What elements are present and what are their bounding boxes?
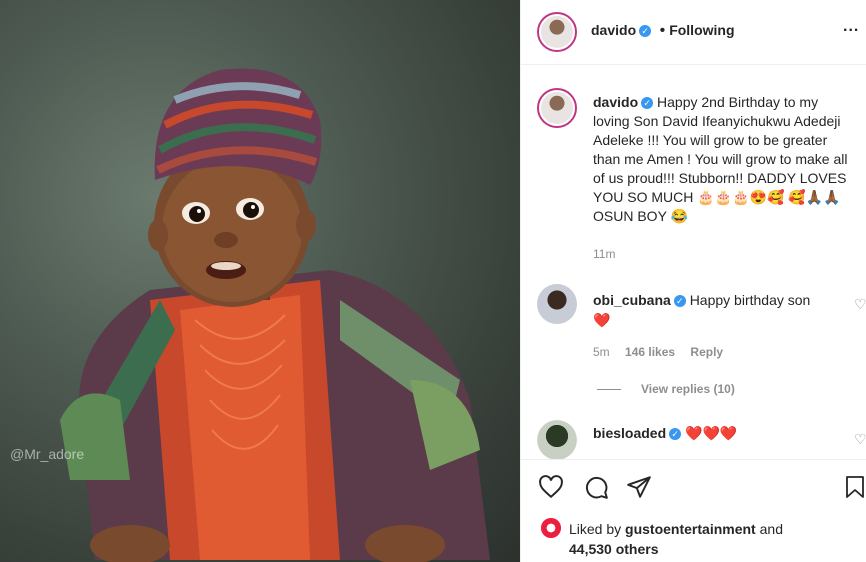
header-username[interactable]: davido [591,22,636,38]
child-illustration [60,68,490,562]
view-replies-button[interactable]: View replies (10) [641,382,735,396]
comment-icon[interactable] [582,474,610,500]
share-icon[interactable] [625,474,653,500]
header-user: davido ✓ • Following [591,22,735,40]
verified-badge-icon: ✓ [641,97,654,109]
comment-username[interactable]: obi_cubana [593,292,671,308]
caption-time[interactable]: 11m [593,247,615,261]
comment-body: biesloaded ✓ ❤️❤️❤️ [593,425,737,442]
post-photo[interactable]: @Mr_adore [0,0,520,562]
header-separator: • [659,22,666,39]
comment-body: obi_cubana ✓ Happy birthday son ❤️ [593,290,843,330]
comment-avatar[interactable] [537,284,577,324]
caption: davido ✓ Happy 2nd Birthday to my loving … [593,93,858,226]
liked-by-others[interactable]: 44,530 others [569,541,659,557]
header-avatar[interactable] [537,12,577,52]
following-button[interactable]: Following [669,22,734,38]
post-sidebar: davido ✓ • Following ... davido ✓ Happy 2nd… [520,0,866,562]
comment-meta: 5m 146 likes Reply [593,345,723,359]
verified-badge-icon: ✓ [639,25,652,37]
heart-icon[interactable] [537,474,565,500]
comment-username[interactable]: biesloaded [593,425,666,441]
liker-avatar[interactable] [541,518,561,538]
liked-by-prefix: Liked by [569,521,622,537]
view-replies-line [597,389,621,390]
liked-by-and: and [759,521,783,537]
comment-avatar[interactable] [537,420,577,460]
reply-button[interactable]: Reply [690,345,723,359]
comment-time[interactable]: 5m [593,345,610,359]
photo-watermark: @Mr_adore [10,446,85,462]
verified-badge-icon: ✓ [669,428,682,440]
bookmark-icon[interactable] [843,474,866,500]
comment-like-icon[interactable]: ♡ [854,431,866,448]
verified-badge-icon: ✓ [673,295,686,307]
liked-by-user[interactable]: gustoentertainment [625,521,756,537]
comment-like-icon[interactable]: ♡ [854,296,866,313]
liked-by: Liked by gustoentertainment and 44,530 o… [569,519,783,559]
comment-text: ❤️❤️❤️ [685,425,738,441]
caption-username[interactable]: davido [593,94,638,110]
more-options-icon[interactable]: ... [843,18,859,36]
header-divider [521,64,866,65]
comment-likes[interactable]: 146 likes [625,345,675,359]
caption-avatar[interactable] [537,88,577,128]
caption-text: Happy 2nd Birthday to my loving Son Davi… [593,94,848,224]
comment-text: Happy birthday son [689,292,811,308]
actions-divider [521,459,866,460]
heart-emoji: ❤️ [593,312,611,328]
